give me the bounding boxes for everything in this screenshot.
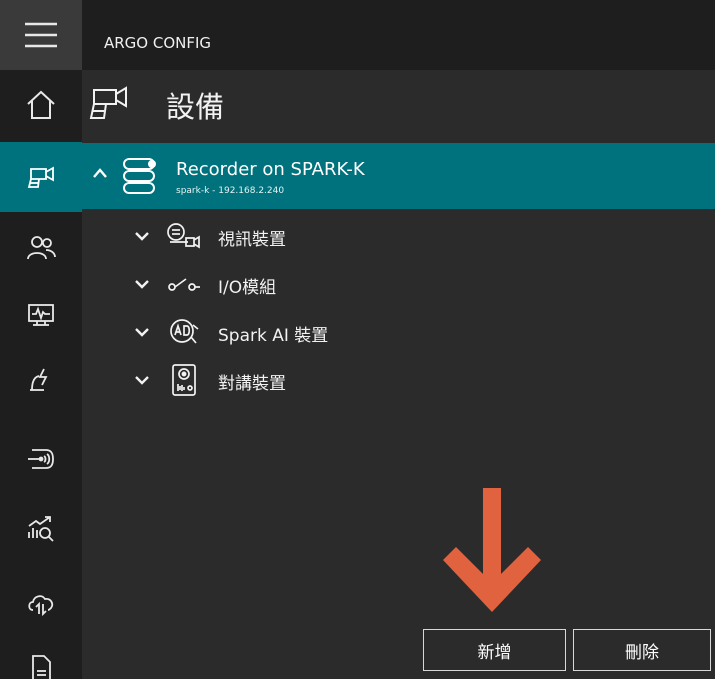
- intercom-device-icon: [172, 364, 196, 396]
- add-button[interactable]: 新增: [423, 629, 566, 671]
- app-window: ARGO CONFIG 設備 Recorder on SPARK-K spark…: [0, 0, 715, 679]
- chevron-down-icon[interactable]: [134, 326, 150, 338]
- server-icon: [123, 158, 156, 194]
- ai-device-icon: [170, 319, 199, 344]
- chevron-down-icon[interactable]: [134, 230, 150, 242]
- arrow-down-icon: [443, 488, 541, 612]
- alarm-lightning-icon: [30, 368, 48, 391]
- chevron-down-icon[interactable]: [134, 278, 150, 290]
- app-header: ARGO CONFIG: [82, 0, 715, 70]
- chevron-up-icon[interactable]: [92, 167, 108, 179]
- tree-item-video-devices[interactable]: 視訊裝置: [82, 212, 715, 260]
- tree-item-ai-devices[interactable]: Spark AI 裝置: [82, 308, 715, 356]
- tree-item-label: 視訊裝置: [218, 230, 286, 250]
- app-title: ARGO CONFIG: [104, 34, 212, 52]
- sidebar-item-analytics[interactable]: [0, 494, 82, 564]
- device-camera-icon: [27, 166, 54, 188]
- sidebar-item-signals[interactable]: [0, 424, 82, 494]
- tree-item-intercom-devices[interactable]: 對講裝置: [82, 356, 715, 404]
- page-title: 設備: [166, 90, 225, 124]
- video-device-icon: [167, 223, 200, 249]
- tree-item-label: 對講裝置: [218, 374, 286, 394]
- sidebar-item-monitor[interactable]: [0, 280, 82, 350]
- sidebar-item-cloud[interactable]: [0, 568, 82, 638]
- users-icon: [27, 236, 56, 260]
- recorder-name: Recorder on SPARK-K: [176, 159, 365, 180]
- document-icon: [32, 655, 51, 679]
- menu-button[interactable]: [0, 0, 82, 70]
- tree-root-recorder[interactable]: Recorder on SPARK-K spark-k - 192.168.2.…: [82, 143, 715, 209]
- tree-item-label: Spark AI 裝置: [218, 326, 329, 346]
- device-camera-icon: [89, 86, 127, 119]
- sidebar-item-users[interactable]: [0, 212, 82, 282]
- recorder-address: spark-k - 192.168.2.240: [176, 186, 285, 196]
- sidebar-item-document[interactable]: [0, 632, 82, 679]
- sidebar-item-home[interactable]: [0, 70, 82, 140]
- monitor-icon: [28, 304, 54, 326]
- page-header: 設備: [82, 70, 715, 142]
- signal-port-icon: [28, 449, 54, 469]
- chevron-down-icon[interactable]: [134, 374, 150, 386]
- sidebar-item-devices[interactable]: [0, 142, 82, 212]
- tree-item-label: I/O模組: [218, 278, 277, 298]
- cloud-sync-icon: [28, 595, 54, 617]
- tree-item-io-modules[interactable]: I/O模組: [82, 260, 715, 308]
- sidebar-item-alarms[interactable]: [0, 344, 82, 414]
- analytics-search-icon: [28, 516, 54, 542]
- sidebar: [0, 0, 82, 679]
- delete-button[interactable]: 刪除: [573, 629, 711, 671]
- home-icon: [27, 90, 55, 119]
- hamburger-icon: [25, 22, 57, 48]
- io-module-icon: [168, 278, 200, 291]
